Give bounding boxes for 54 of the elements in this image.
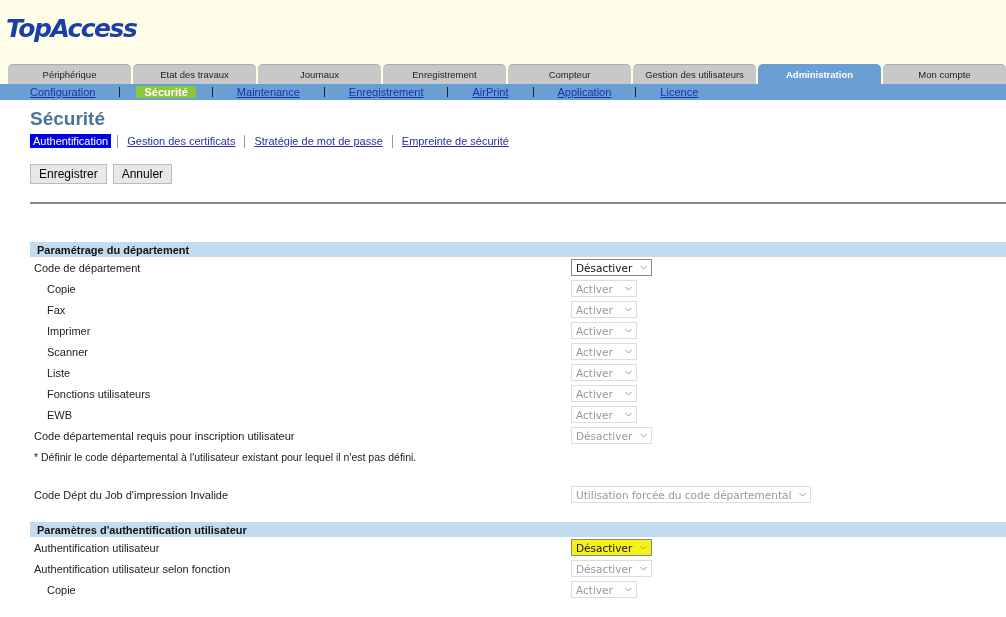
setting-label: Copie (46, 583, 77, 596)
subnav-link[interactable]: AirPrint (464, 86, 517, 98)
setting-label: Code de département (33, 261, 142, 274)
chevron-down-icon (640, 566, 648, 571)
chevron-down-icon (625, 587, 632, 592)
nav-tab[interactable]: Administration (758, 64, 881, 84)
setting-label: Authentification utilisateur (33, 541, 161, 554)
nav-tab[interactable]: Mon compte (883, 64, 1006, 84)
action-button[interactable]: Annuler (112, 164, 173, 184)
section-header: Paramètres d'authentification utilisateur (30, 522, 1006, 537)
chevron-down-icon (625, 412, 632, 417)
subnav-link[interactable]: Application (549, 86, 620, 98)
footnote-text: * Définir le code départemental à l'utilisateur existant pour lequel il n'est pas défini. (33, 450, 417, 463)
setting-label: Copie (46, 282, 77, 295)
nav-tab[interactable]: Périphérique (8, 64, 131, 84)
subnav-link[interactable]: Enregistrement (340, 86, 432, 98)
subnav-link[interactable]: Configuration (22, 86, 104, 98)
chevron-down-icon (640, 545, 648, 550)
section-header: Paramétrage du département (30, 242, 1006, 257)
subtab-link[interactable]: Empreinte de sécurité (398, 134, 512, 148)
setting-label: Fonctions utilisateurs (46, 387, 152, 400)
subtab-link[interactable]: Authentification (30, 134, 112, 148)
select-field[interactable]: Désactiver (571, 539, 653, 556)
chevron-down-icon (640, 265, 648, 270)
logo: TopAccess (6, 14, 137, 45)
nav-tab[interactable]: Etat des travaux (133, 64, 256, 84)
chevron-down-icon (625, 328, 632, 333)
setting-label: Scanner (46, 345, 89, 358)
subnav-link[interactable]: Maintenance (228, 86, 308, 98)
chevron-down-icon (625, 307, 632, 312)
setting-label: Liste (46, 366, 72, 379)
chevron-down-icon (625, 370, 632, 375)
setting-label: Code départemental requis pour inscription utilisateur (33, 429, 296, 442)
select-field[interactable]: Désactiver (571, 259, 653, 276)
nav-tab[interactable]: Gestion des utilisateurs (633, 64, 756, 84)
subtab-link[interactable]: Stratégie de mot de passe (251, 134, 386, 148)
nav-tab[interactable]: Enregistrement (383, 64, 506, 84)
chevron-down-icon (640, 433, 648, 438)
action-button[interactable]: Enregistrer (30, 164, 107, 184)
nav-tab[interactable]: Compteur (508, 64, 631, 84)
setting-label: EWB (46, 408, 74, 421)
subnav-link[interactable]: Sécurité (136, 86, 196, 98)
nav-tab[interactable]: Journaux (258, 64, 381, 84)
page-title: Sécurité (30, 108, 105, 130)
chevron-down-icon (625, 349, 632, 354)
subnav-link[interactable]: Licence (652, 86, 707, 98)
chevron-down-icon (625, 286, 632, 291)
setting-label: Imprimer (46, 324, 92, 337)
setting-label: Authentification utilisateur selon fonction (33, 562, 232, 575)
chevron-down-icon (625, 391, 632, 396)
setting-label: Code Dépt du Job d'impression Invalide (33, 488, 230, 501)
chevron-down-icon (799, 492, 807, 497)
setting-label: Fax (46, 303, 67, 316)
subtab-link[interactable]: Gestion des certificats (124, 134, 239, 148)
